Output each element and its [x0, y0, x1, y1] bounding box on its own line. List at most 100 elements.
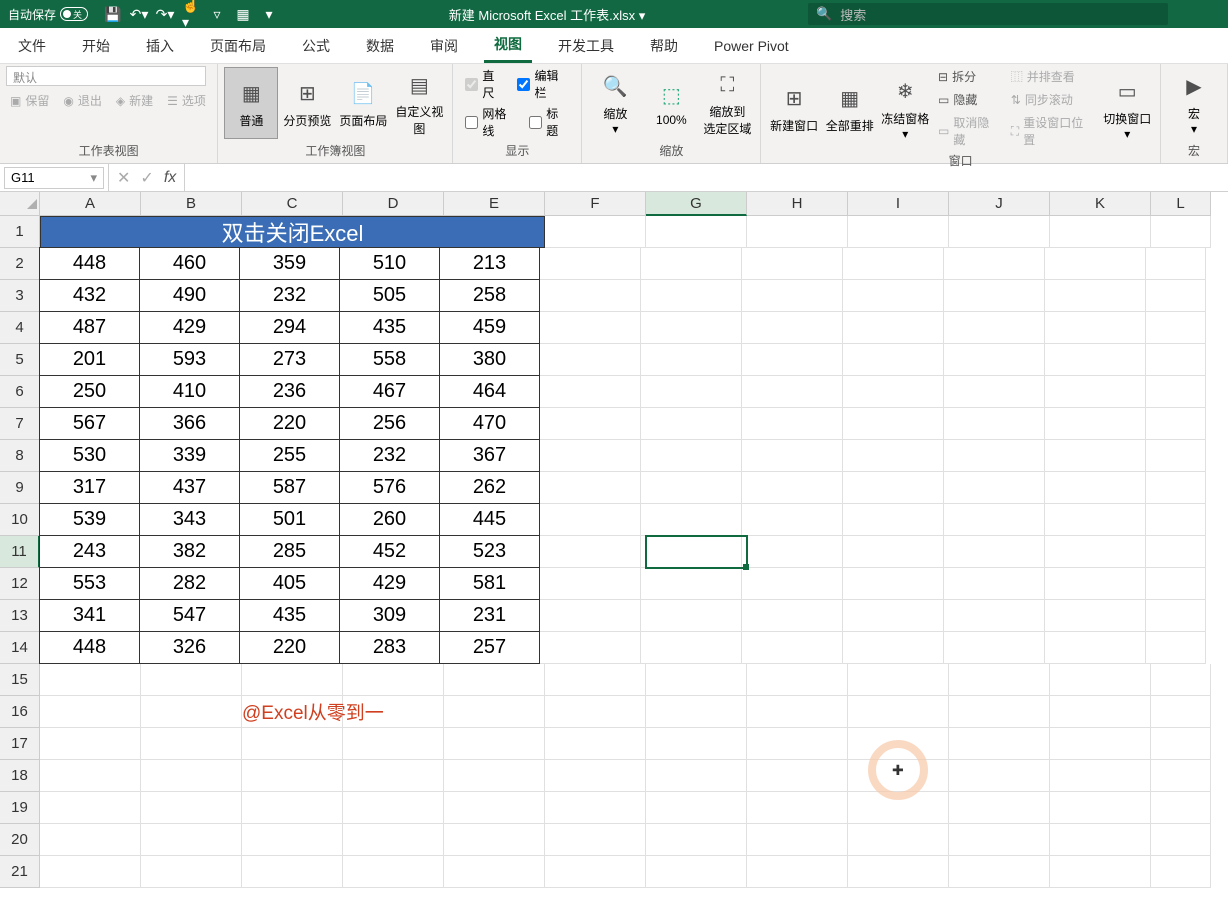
cell[interactable]	[843, 312, 944, 344]
cell[interactable]: 445	[439, 503, 540, 536]
cell[interactable]	[545, 824, 646, 856]
cell[interactable]: 366	[139, 407, 240, 440]
cell[interactable]	[949, 824, 1050, 856]
cell[interactable]	[1045, 536, 1146, 568]
cell[interactable]	[540, 376, 641, 408]
col-header-L[interactable]: L	[1151, 192, 1211, 216]
cell[interactable]	[848, 824, 949, 856]
cell[interactable]: 380	[439, 343, 540, 376]
row-header-8[interactable]: 8	[0, 440, 40, 472]
cell[interactable]	[742, 568, 843, 600]
hide-button[interactable]: ▭ 隐藏	[934, 89, 1005, 110]
cell[interactable]	[242, 792, 343, 824]
cell[interactable]	[641, 408, 742, 440]
merged-title-cell[interactable]: 双击关闭Excel	[40, 216, 545, 248]
cell[interactable]	[1045, 408, 1146, 440]
cell[interactable]	[949, 792, 1050, 824]
row-header-15[interactable]: 15	[0, 664, 40, 696]
cell[interactable]	[540, 280, 641, 312]
tab-help[interactable]: 帮助	[640, 30, 688, 62]
cell[interactable]	[40, 664, 141, 696]
cell[interactable]: 429	[139, 311, 240, 344]
normal-view-button[interactable]: ▦普通	[224, 67, 278, 139]
zoom-button[interactable]: 🔍缩放▾	[588, 67, 642, 139]
cell[interactable]: 593	[139, 343, 240, 376]
cell[interactable]	[843, 632, 944, 664]
row-header-12[interactable]: 12	[0, 568, 40, 600]
cell[interactable]	[1146, 568, 1206, 600]
cell[interactable]: 243	[39, 535, 140, 568]
cell[interactable]	[1045, 344, 1146, 376]
cell[interactable]	[641, 504, 742, 536]
cell[interactable]	[747, 216, 848, 248]
cell[interactable]	[848, 216, 949, 248]
cell[interactable]	[444, 792, 545, 824]
cell[interactable]	[141, 760, 242, 792]
row-header-2[interactable]: 2	[0, 248, 40, 280]
cell[interactable]	[944, 472, 1045, 504]
col-header-C[interactable]: C	[242, 192, 343, 216]
cell[interactable]	[747, 664, 848, 696]
row-header-13[interactable]: 13	[0, 600, 40, 632]
tab-view[interactable]: 视图	[484, 28, 532, 63]
cell[interactable]: 429	[339, 567, 440, 600]
cell[interactable]	[1151, 760, 1211, 792]
freeze-panes-button[interactable]: ❄冻结窗格▾	[878, 72, 932, 144]
cell[interactable]	[242, 856, 343, 888]
cell[interactable]: 359	[239, 247, 340, 280]
headings-checkbox[interactable]: 标题	[523, 104, 575, 140]
cell[interactable]	[944, 568, 1045, 600]
cell[interactable]: 539	[39, 503, 140, 536]
cell[interactable]	[540, 536, 641, 568]
cell[interactable]	[944, 504, 1045, 536]
redo-icon[interactable]: ↷▾	[156, 5, 174, 23]
cell[interactable]: 448	[39, 631, 140, 664]
cell[interactable]	[1045, 280, 1146, 312]
cell[interactable]: 437	[139, 471, 240, 504]
cell[interactable]	[40, 728, 141, 760]
cell[interactable]: 339	[139, 439, 240, 472]
cell[interactable]	[949, 216, 1050, 248]
cell[interactable]: 343	[139, 503, 240, 536]
cell[interactable]	[545, 216, 646, 248]
cell[interactable]	[742, 280, 843, 312]
cell[interactable]: 452	[339, 535, 440, 568]
cell[interactable]: 530	[39, 439, 140, 472]
cell[interactable]: 258	[439, 279, 540, 312]
cell[interactable]	[1151, 216, 1211, 248]
cell[interactable]	[949, 728, 1050, 760]
cell[interactable]	[641, 536, 742, 568]
cell[interactable]	[843, 568, 944, 600]
cell[interactable]	[641, 280, 742, 312]
cell[interactable]	[444, 728, 545, 760]
cell[interactable]	[1146, 344, 1206, 376]
cell[interactable]	[742, 248, 843, 280]
cell[interactable]	[742, 600, 843, 632]
cell[interactable]	[742, 344, 843, 376]
cell[interactable]: 558	[339, 343, 440, 376]
cell[interactable]	[540, 248, 641, 280]
cell[interactable]: 405	[239, 567, 340, 600]
row-header-9[interactable]: 9	[0, 472, 40, 504]
cell[interactable]	[1050, 728, 1151, 760]
fx-icon[interactable]: fx	[164, 169, 176, 187]
cell[interactable]	[843, 248, 944, 280]
cell[interactable]: 220	[239, 407, 340, 440]
col-header-E[interactable]: E	[444, 192, 545, 216]
cell[interactable]	[141, 728, 242, 760]
cell[interactable]	[646, 216, 747, 248]
cell[interactable]: 576	[339, 471, 440, 504]
cell[interactable]	[1050, 696, 1151, 728]
new-window-button[interactable]: ⊞新建窗口	[767, 72, 821, 144]
cell[interactable]	[848, 664, 949, 696]
cell[interactable]: 567	[39, 407, 140, 440]
cell[interactable]	[944, 632, 1045, 664]
cell[interactable]: 283	[339, 631, 440, 664]
gridlines-checkbox[interactable]: 网格线	[459, 104, 523, 140]
col-header-K[interactable]: K	[1050, 192, 1151, 216]
cell[interactable]	[141, 792, 242, 824]
cell[interactable]	[641, 248, 742, 280]
cell[interactable]	[641, 632, 742, 664]
cell[interactable]	[646, 760, 747, 792]
cell[interactable]: 285	[239, 535, 340, 568]
